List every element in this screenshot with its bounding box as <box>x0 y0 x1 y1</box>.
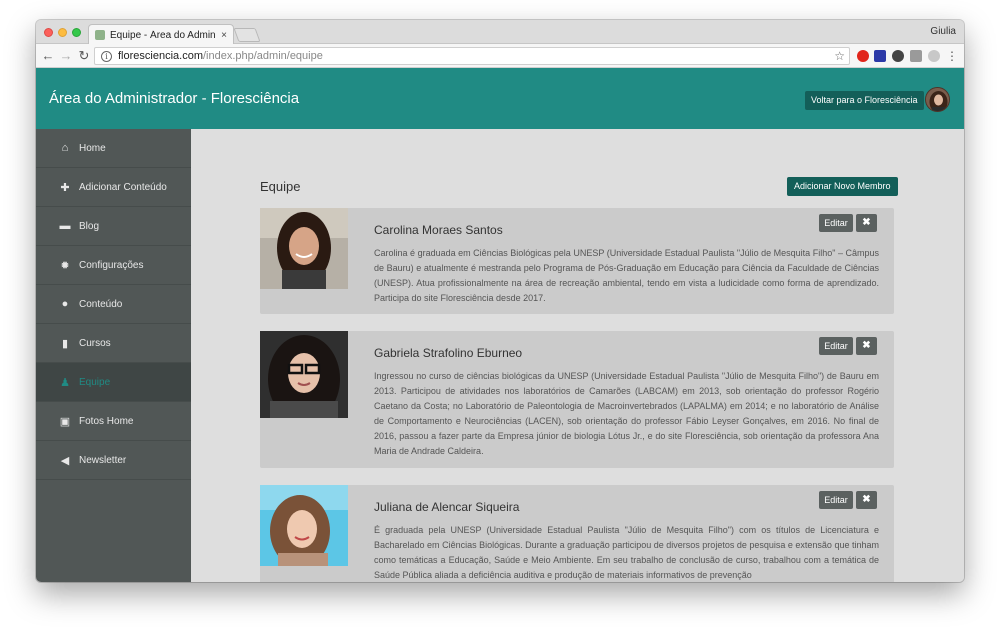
back-arrow-icon[interactable]: ← <box>40 48 56 64</box>
member-card: Carolina Moraes Santos Carolina é gradua… <box>260 208 894 314</box>
sidebar-item-label: Conteúdo <box>79 298 123 310</box>
sidebar-item-adicionar-conteudo[interactable]: ✚ Adicionar Conteúdo <box>36 168 191 207</box>
sidebar-item-label: Blog <box>79 220 100 232</box>
sidebar-item-conteudo[interactable]: ● Conteúdo <box>36 285 191 324</box>
favicon-icon <box>95 30 105 40</box>
member-photo <box>260 485 348 566</box>
back-to-site-button[interactable]: Voltar para o Floresciência <box>805 91 924 110</box>
comment-icon: ▬ <box>59 220 71 232</box>
browser-toolbar: ← → ↻ i floresciencia.com/index.php/admi… <box>36 44 964 68</box>
cloud-extension-icon[interactable] <box>928 50 940 62</box>
tab-strip: Equipe - Área do Administrador × Giulia <box>36 20 964 45</box>
bookmark-star-icon[interactable]: ☆ <box>834 49 845 63</box>
sidebar-item-label: Newsletter <box>79 454 127 466</box>
profile-name[interactable]: Giulia <box>930 26 956 37</box>
page-title: Equipe <box>260 179 301 194</box>
browser-menu-icon[interactable]: ⋮ <box>944 48 960 64</box>
member-name: Juliana de Alencar Siqueira <box>374 500 520 514</box>
plus-icon: ✚ <box>60 181 70 194</box>
info-icon[interactable]: i <box>101 50 112 62</box>
member-name: Gabriela Strafolino Eburneo <box>374 346 523 360</box>
delete-icon[interactable]: ✖ <box>856 491 877 509</box>
extension-icon[interactable] <box>874 50 886 62</box>
main-content: Equipe Adicionar Novo Membro Carolina Mo… <box>191 129 964 582</box>
home-icon: ⌂ <box>61 142 69 154</box>
app-title: Área do Administrador - Floresciência <box>49 90 300 107</box>
app-header: Área do Administrador - Floresciência Vo… <box>36 68 964 129</box>
menu-extension-icon[interactable] <box>910 50 922 62</box>
edit-button[interactable]: Editar <box>819 491 853 509</box>
sidebar-item-configuracoes[interactable]: ✹ Configurações <box>36 246 191 285</box>
add-member-button[interactable]: Adicionar Novo Membro <box>787 177 898 196</box>
edit-button[interactable]: Editar <box>819 337 853 355</box>
member-photo <box>260 208 348 289</box>
url-path: /index.php/admin/equipe <box>202 50 323 62</box>
tab-close-icon[interactable]: × <box>221 30 227 41</box>
close-window-button[interactable] <box>44 28 53 37</box>
edit-button[interactable]: Editar <box>819 214 853 232</box>
member-bio: Ingressou no curso de ciências biológica… <box>374 371 879 456</box>
sidebar-item-label: Fotos Home <box>79 415 134 427</box>
ghostery-extension-icon[interactable] <box>892 50 904 62</box>
sidebar-item-label: Home <box>79 142 106 154</box>
member-bio: É graduada pela UNESP (Universidade Esta… <box>374 525 879 580</box>
browser-tab-active[interactable]: Equipe - Área do Administrador × <box>88 24 234 45</box>
globe-icon: ● <box>61 298 69 310</box>
member-card: Juliana de Alencar Siqueira É graduada p… <box>260 485 894 582</box>
sidebar-item-label: Configurações <box>79 259 144 271</box>
bullhorn-icon: ◀ <box>60 454 70 467</box>
member-photo <box>260 331 348 418</box>
member-bio: Carolina é graduada em Ciências Biológic… <box>374 248 879 303</box>
book-icon: ▮ <box>61 337 69 350</box>
new-tab-button[interactable] <box>233 28 261 42</box>
gear-icon: ✹ <box>60 259 70 272</box>
sidebar-item-cursos[interactable]: ▮ Cursos <box>36 324 191 363</box>
image-icon: ▣ <box>59 415 71 428</box>
minimize-window-button[interactable] <box>58 28 67 37</box>
sidebar-item-label: Cursos <box>79 337 111 349</box>
maximize-window-button[interactable] <box>72 28 81 37</box>
sidebar-item-label: Equipe <box>79 376 111 388</box>
sidebar-item-newsletter[interactable]: ◀ Newsletter <box>36 441 191 480</box>
address-bar[interactable]: i floresciencia.com/index.php/admin/equi… <box>94 47 850 65</box>
sidebar: ⌂ Home ✚ Adicionar Conteúdo ▬ Blog ✹ Con… <box>36 129 191 582</box>
reload-icon[interactable]: ↻ <box>76 48 92 64</box>
member-card: Gabriela Strafolino Eburneo Ingressou no… <box>260 331 894 468</box>
user-icon: ♟ <box>60 376 70 389</box>
sidebar-item-fotos-home[interactable]: ▣ Fotos Home <box>36 402 191 441</box>
forward-arrow-icon[interactable]: → <box>58 48 74 64</box>
sidebar-item-equipe[interactable]: ♟ Equipe <box>36 363 191 402</box>
delete-icon[interactable]: ✖ <box>856 337 877 355</box>
tab-title: Equipe - Área do Administrador <box>110 29 217 41</box>
browser-window: Equipe - Área do Administrador × Giulia … <box>36 20 964 582</box>
sidebar-item-home[interactable]: ⌂ Home <box>36 129 191 168</box>
avatar[interactable] <box>925 87 950 112</box>
delete-icon[interactable]: ✖ <box>856 214 877 232</box>
member-name: Carolina Moraes Santos <box>374 223 503 237</box>
opera-extension-icon[interactable] <box>857 50 869 62</box>
sidebar-item-blog[interactable]: ▬ Blog <box>36 207 191 246</box>
url-host: floresciencia.com <box>118 50 203 62</box>
sidebar-item-label: Adicionar Conteúdo <box>79 181 167 193</box>
